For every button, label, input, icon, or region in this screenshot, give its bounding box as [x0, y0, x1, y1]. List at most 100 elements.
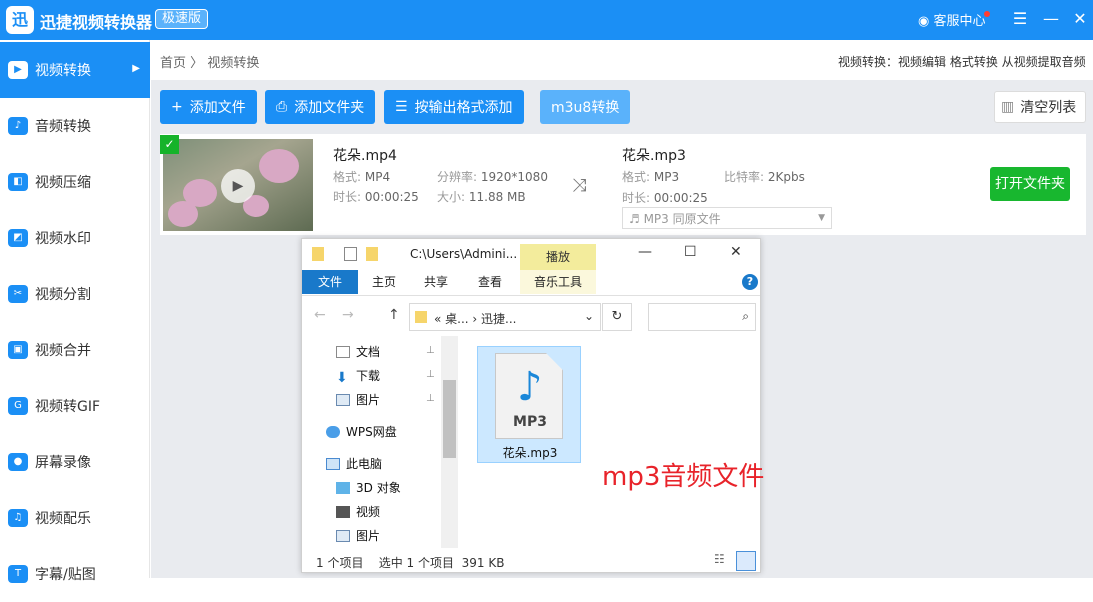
- menu-icon[interactable]: ☰: [1007, 6, 1033, 32]
- nav-item-pictures[interactable]: 图片: [336, 391, 380, 408]
- scrollbar-thumb[interactable]: [443, 380, 456, 458]
- sidebar-item-video-convert[interactable]: ▶ 视频转换 ▶: [0, 42, 150, 98]
- thumbnail-blossom: [259, 149, 299, 183]
- meta-label: 时长:: [622, 191, 651, 205]
- sidebar-item-video-music[interactable]: ♫ 视频配乐: [0, 490, 150, 546]
- search-input[interactable]: ⌕: [648, 303, 756, 331]
- sidebar-item-label: 视频转GIF: [35, 399, 101, 415]
- nav-item-3d-objects[interactable]: 3D 对象: [336, 479, 401, 496]
- gif-icon: G: [8, 397, 28, 415]
- app-title: 迅捷视频转换器: [40, 13, 153, 32]
- file-tile[interactable]: ♪ MP3 花朵.mp3: [477, 346, 581, 463]
- sidebar-item-video-compress[interactable]: ◧ 视频压缩: [0, 154, 150, 210]
- nav-item-downloads[interactable]: ⬇ 下载: [336, 367, 381, 386]
- tab-music-tools[interactable]: 音乐工具: [520, 270, 596, 294]
- close-button[interactable]: ✕: [730, 244, 742, 260]
- new-folder-icon[interactable]: [366, 247, 378, 261]
- meta-label: 比特率:: [724, 170, 765, 184]
- shuffle-icon: ⤨: [572, 175, 587, 196]
- breadcrumb-current: 视频转换: [207, 56, 260, 71]
- nav-item-this-pc[interactable]: 此电脑: [326, 455, 382, 472]
- watermark-icon: ◩: [8, 229, 28, 247]
- nav-item-wps-drive[interactable]: WPS网盘: [326, 423, 397, 440]
- meta-value: 11.88 MB: [468, 190, 526, 204]
- music-icon: ♫: [8, 509, 28, 527]
- meta-label: 格式:: [622, 170, 651, 184]
- chevron-right-icon: ▶: [132, 63, 140, 74]
- nav-item-documents[interactable]: 文档: [336, 343, 380, 360]
- up-arrow-icon[interactable]: ↑: [388, 307, 400, 323]
- address-bar[interactable]: « 桌... › 迅捷... ⌄: [409, 303, 601, 331]
- pin-icon[interactable]: ⊥: [426, 369, 435, 380]
- meta-value: 00:00:25: [653, 191, 708, 205]
- tab-home[interactable]: 主页: [360, 270, 408, 294]
- add-by-format-button[interactable]: ☰ 按输出格式添加: [384, 90, 524, 124]
- pin-icon[interactable]: ⊥: [426, 393, 435, 404]
- customer-service-button[interactable]: ◉ 客服中心: [918, 10, 992, 29]
- m3u8-convert-button[interactable]: m3u8转换: [540, 90, 631, 124]
- nav-label: 视频: [356, 505, 381, 519]
- address-segment[interactable]: 桌...: [445, 312, 468, 326]
- minimize-button[interactable]: —: [638, 244, 652, 260]
- properties-icon[interactable]: [344, 247, 357, 261]
- pin-icon[interactable]: ⊥: [426, 345, 435, 356]
- video-thumbnail[interactable]: ▶: [163, 139, 313, 231]
- breadcrumb-home[interactable]: 首页: [160, 56, 186, 71]
- sidebar-item-subtitles[interactable]: T 字幕/贴图: [0, 546, 150, 602]
- address-segment[interactable]: 迅捷...: [481, 312, 516, 326]
- meta-value: MP4: [364, 170, 391, 184]
- refresh-icon[interactable]: ↻: [602, 303, 632, 331]
- tab-view[interactable]: 查看: [466, 270, 514, 294]
- meta-value: MP3: [653, 170, 680, 184]
- sidebar-item-audio-convert[interactable]: ♪ 音频转换: [0, 98, 150, 154]
- tab-file[interactable]: 文件: [302, 270, 358, 294]
- tool-description: 视频转换：视频编辑 格式转换 从视频提取音频: [838, 55, 1086, 69]
- nav-item-pictures-2[interactable]: 图片: [336, 527, 380, 544]
- minimize-button[interactable]: —: [1038, 6, 1064, 32]
- screen-record-icon: ●: [8, 453, 28, 471]
- sidebar-item-label: 视频转换: [35, 63, 91, 79]
- nav-item-videos[interactable]: 视频: [336, 503, 380, 520]
- app-logo-icon: 迅: [6, 6, 34, 34]
- details-view-icon[interactable]: ☷: [714, 552, 732, 570]
- play-context-tab[interactable]: 播放: [520, 244, 596, 270]
- sidebar-item-video-split[interactable]: ✂ 视频分割: [0, 266, 150, 322]
- help-icon[interactable]: ?: [742, 274, 758, 290]
- add-folder-button[interactable]: ⎙ 添加文件夹: [265, 90, 376, 124]
- nav-scrollbar[interactable]: [441, 336, 458, 548]
- output-file-name: 花朵.mp3: [622, 148, 686, 164]
- chevron-down-icon: ▼: [818, 213, 825, 223]
- forward-arrow-icon[interactable]: →: [342, 307, 354, 323]
- checkbox-checked-icon[interactable]: ✓: [160, 135, 179, 154]
- chevron-down-icon[interactable]: ⌄: [584, 309, 594, 323]
- output-format-select[interactable]: ♬ MP3 同原文件 ▼: [622, 207, 832, 229]
- sidebar-item-video-watermark[interactable]: ◩ 视频水印: [0, 210, 150, 266]
- back-arrow-icon[interactable]: ←: [314, 307, 326, 323]
- sidebar-item-video-to-gif[interactable]: G 视频转GIF: [0, 378, 150, 434]
- sidebar-item-video-merge[interactable]: ▣ 视频合并: [0, 322, 150, 378]
- sidebar-item-screen-record[interactable]: ● 屏幕录像: [0, 434, 150, 490]
- merge-icon: ▣: [8, 341, 28, 359]
- folder-icon: [312, 247, 324, 261]
- audio-convert-icon: ♪: [8, 117, 28, 135]
- picture-icon: [336, 393, 350, 406]
- computer-icon: [326, 457, 340, 470]
- nav-label: 下载: [356, 369, 381, 383]
- sidebar-item-label: 字幕/贴图: [35, 567, 96, 583]
- source-format: 格式: MP4: [333, 168, 390, 185]
- output-format-value: ♬ MP3 同原文件: [629, 211, 721, 226]
- film-icon: [336, 505, 350, 518]
- tiles-view-icon[interactable]: [736, 551, 756, 571]
- meta-value: 2Kpbs: [767, 170, 805, 184]
- open-folder-button[interactable]: 打开文件夹: [990, 167, 1070, 201]
- maximize-button[interactable]: ☐: [684, 244, 697, 260]
- close-button[interactable]: ✕: [1067, 6, 1093, 32]
- add-file-button[interactable]: + 添加文件: [160, 90, 257, 124]
- meta-value: 1920*1080: [480, 170, 548, 184]
- play-icon[interactable]: ▶: [221, 169, 255, 203]
- clear-list-button[interactable]: ▥ 清空列表: [994, 91, 1086, 123]
- breadcrumb-separator: 〉: [190, 56, 204, 71]
- nav-label: 图片: [356, 529, 381, 543]
- folder-icon: [415, 311, 427, 323]
- tab-share[interactable]: 共享: [412, 270, 460, 294]
